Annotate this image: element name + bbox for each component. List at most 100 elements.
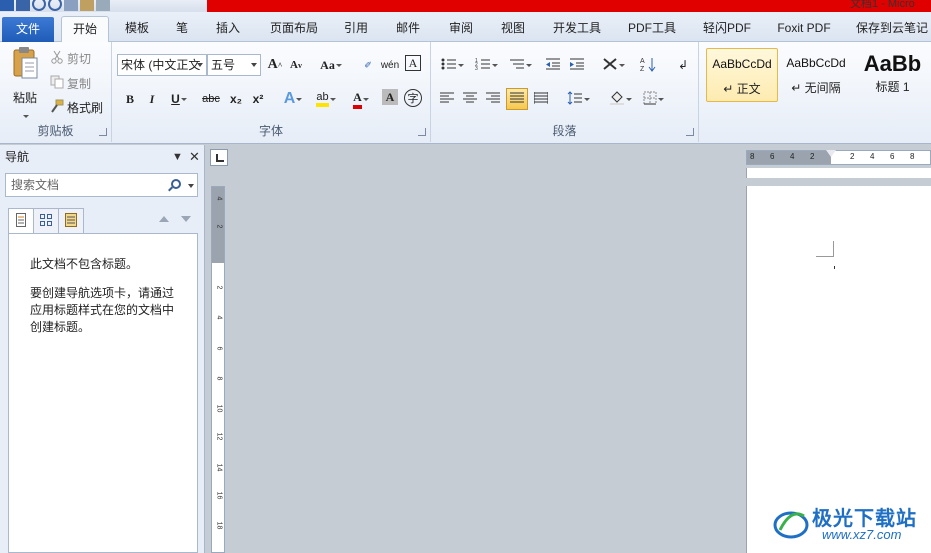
paint-bucket-icon <box>609 90 625 108</box>
align-left-button[interactable] <box>437 89 457 109</box>
redo-icon[interactable] <box>48 0 62 11</box>
tab-home[interactable]: 开始 <box>61 16 109 43</box>
tab-pen[interactable]: 笔 <box>168 16 196 42</box>
vertical-ruler-tick: 16 <box>215 491 223 500</box>
close-icon[interactable]: ✕ <box>189 149 200 165</box>
search-icon[interactable] <box>171 179 181 189</box>
shading-button[interactable] <box>605 89 635 109</box>
highlight-icon: ab <box>316 91 329 107</box>
subscript-button[interactable]: x₂ <box>226 89 246 109</box>
pane-options-icon[interactable]: ▼ <box>172 151 183 163</box>
no-headings-message: 此文档不包含标题。 <box>30 257 139 271</box>
align-center-button[interactable] <box>460 89 480 109</box>
tab-foxit-pdf[interactable]: Foxit PDF <box>772 16 836 42</box>
results-icon <box>65 212 77 230</box>
align-right-button[interactable] <box>483 89 503 109</box>
font-color-icon: A <box>353 90 362 109</box>
next-heading-icon[interactable] <box>181 216 191 222</box>
text-effects-button[interactable]: A <box>279 89 307 109</box>
italic-button[interactable]: I <box>142 89 162 109</box>
clear-formatting-button[interactable]: ✐ <box>358 55 378 75</box>
bold-button[interactable]: B <box>120 89 140 109</box>
change-case-button[interactable]: Aa <box>317 55 345 75</box>
tab-templates[interactable]: 模板 <box>117 16 157 42</box>
decrease-indent-button[interactable] <box>543 55 563 75</box>
search-input[interactable]: 搜索文档 <box>5 173 198 197</box>
italic-icon: I <box>149 91 155 106</box>
create-headings-hint: 要创建导航选项卡，请通过应用标题样式在您的文档中创建标题。 <box>30 286 175 334</box>
sort-az-icon: AZ <box>640 56 656 75</box>
print-preview-icon[interactable] <box>64 0 78 11</box>
tab-references[interactable]: 引用 <box>336 16 376 42</box>
font-name-combo[interactable]: 宋体 (中文正文 <box>117 54 207 76</box>
enclose-characters-button[interactable]: 字 <box>404 89 422 107</box>
tab-mailings[interactable]: 邮件 <box>388 16 428 42</box>
shrink-font-button[interactable]: Av <box>286 55 306 75</box>
cut-label: 剪切 <box>67 52 92 66</box>
save-icon[interactable] <box>16 0 30 11</box>
style-no-spacing[interactable]: AaBbCcDd ↵ 无间隔 <box>780 48 852 102</box>
horizontal-ruler-tick: 8 <box>750 152 755 161</box>
tab-qingshan-pdf[interactable]: 轻闪PDF <box>697 16 757 42</box>
tab-pdf-tools[interactable]: PDF工具 <box>622 16 682 42</box>
copy-label: 复制 <box>67 77 92 91</box>
phonetic-guide-button[interactable]: wén <box>380 55 400 75</box>
strikethrough-button[interactable]: abc <box>199 89 223 109</box>
character-shading-button[interactable]: A <box>382 89 398 105</box>
superscript-button[interactable]: x² <box>248 89 268 109</box>
tab-review[interactable]: 审阅 <box>441 16 481 42</box>
clipboard-launcher-icon[interactable] <box>99 128 107 136</box>
grow-font-button[interactable]: A ^ <box>265 55 285 75</box>
multilevel-list-button[interactable] <box>505 55 535 75</box>
chinese-layout-button[interactable] <box>597 55 629 75</box>
character-border-button[interactable]: A <box>405 55 421 71</box>
paste-button[interactable]: 粘贴 <box>6 46 44 118</box>
strikethrough-icon: abc <box>202 93 220 105</box>
tab-insert[interactable]: 插入 <box>208 16 248 42</box>
previous-heading-icon[interactable] <box>159 216 169 222</box>
tab-view[interactable]: 视图 <box>493 16 533 42</box>
document-page[interactable] <box>746 186 931 553</box>
tab-browse-results[interactable] <box>58 208 84 234</box>
justify-icon <box>510 92 524 107</box>
tab-browse-pages[interactable] <box>33 208 59 234</box>
font-size-combo[interactable]: 五号 <box>207 54 261 76</box>
cut-button[interactable]: 剪切 <box>50 50 91 67</box>
new-doc-icon[interactable] <box>80 0 94 11</box>
distributed-button[interactable] <box>531 89 551 109</box>
font-color-button[interactable]: A <box>346 89 376 109</box>
undo-icon[interactable] <box>32 0 46 11</box>
change-case-icon: Aa <box>320 57 335 72</box>
numbering-button[interactable]: 123 <box>471 55 501 75</box>
line-spacing-button[interactable] <box>563 89 593 109</box>
font-launcher-icon[interactable] <box>418 128 426 136</box>
show-marks-button[interactable]: ↲ <box>673 55 693 75</box>
tab-developer[interactable]: 开发工具 <box>547 16 607 42</box>
indent-marker-icon[interactable] <box>826 150 836 157</box>
table-icon[interactable] <box>96 0 110 11</box>
font-size-dropdown-icon[interactable] <box>251 63 257 67</box>
tab-selector[interactable] <box>210 149 228 166</box>
style-heading-1[interactable]: AaBb 标题 1 <box>854 48 931 102</box>
paste-dropdown-icon[interactable] <box>22 115 29 118</box>
increase-indent-button[interactable] <box>567 55 587 75</box>
tab-file[interactable]: 文件 <box>2 17 54 42</box>
tab-save-to-cloud-note[interactable]: 保存到云笔记 <box>852 16 931 42</box>
sort-button[interactable]: AZ <box>638 55 658 75</box>
font-name-dropdown-icon[interactable] <box>197 63 203 67</box>
search-dropdown-icon[interactable] <box>188 184 194 188</box>
borders-button[interactable] <box>638 89 668 109</box>
underline-button[interactable]: U <box>165 89 193 109</box>
tab-page-layout[interactable]: 页面布局 <box>262 16 326 42</box>
word-app-icon[interactable] <box>0 0 14 11</box>
style-normal[interactable]: AaBbCcDd ↵ 正文 <box>706 48 778 102</box>
vertical-ruler-tick: 12 <box>215 432 223 441</box>
justify-button[interactable] <box>506 88 528 110</box>
tab-browse-headings[interactable] <box>8 208 34 234</box>
copy-button[interactable]: 复制 <box>50 75 91 92</box>
underline-icon: U <box>171 92 180 106</box>
bullets-button[interactable] <box>437 55 467 75</box>
highlight-button[interactable]: ab <box>311 89 341 109</box>
paragraph-launcher-icon[interactable] <box>686 128 694 136</box>
format-painter-button[interactable]: 格式刷 <box>50 99 103 116</box>
